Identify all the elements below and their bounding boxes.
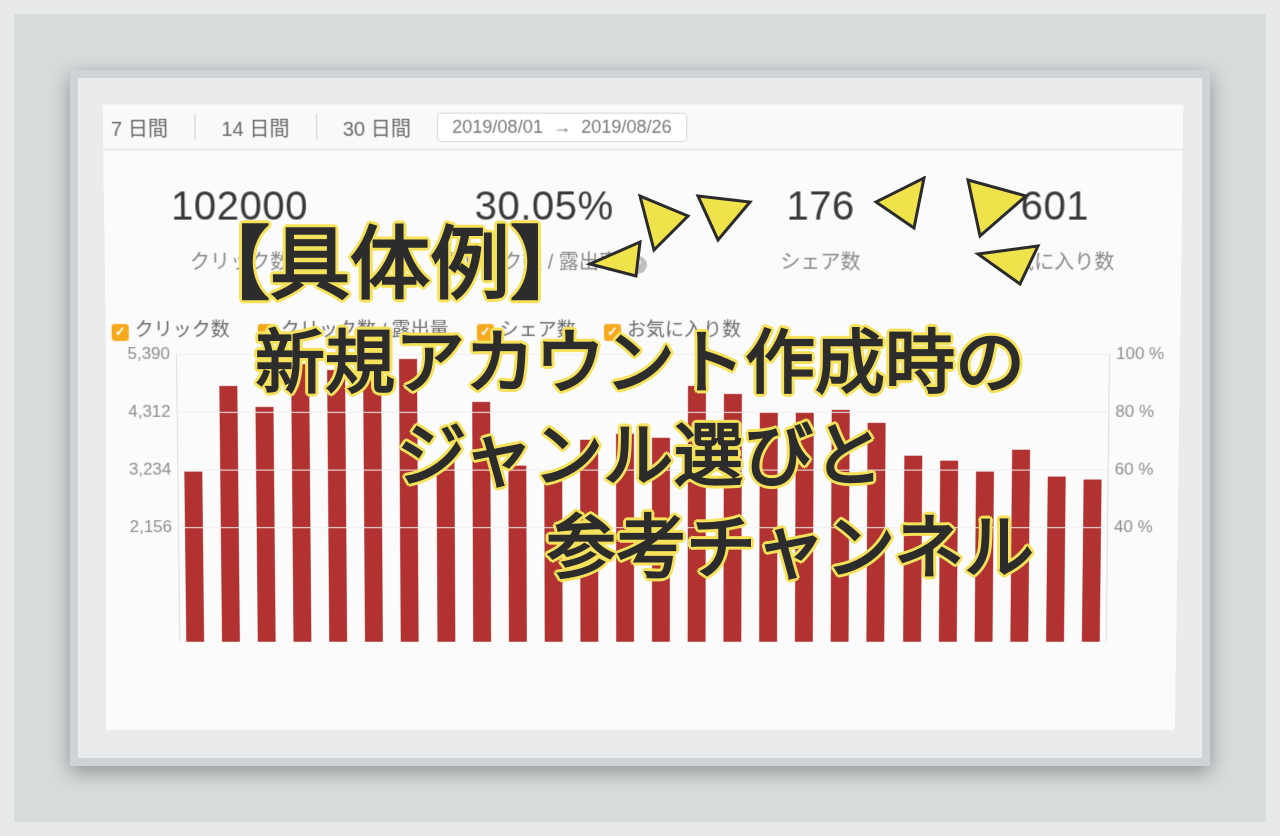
picture-frame: 7 日間 14 日間 30 日間 2019/08/01 → 2019/08/26…	[0, 0, 1280, 836]
stat-label: シェア数	[780, 246, 860, 275]
stat-label: クリック数	[190, 246, 291, 275]
toolbar-separator	[194, 114, 195, 140]
legend-label: クリック数	[135, 320, 230, 341]
legend-item-shares[interactable]: ✓ シェア数	[477, 315, 576, 342]
stat-value: 176	[786, 184, 855, 229]
checkbox-icon: ✓	[258, 323, 275, 340]
legend-label: クリック数 / 露出量	[281, 320, 449, 341]
chart-line-overlay	[177, 354, 1109, 726]
stat-clicks: 102000 クリック数	[171, 184, 309, 275]
tab-7days[interactable]: 7 日間	[107, 112, 172, 141]
legend-item-ctr[interactable]: ✓ クリック数 / 露出量	[258, 315, 449, 342]
chart-area: 5,3904,3123,2342,156 100 %80 %60 %40 %	[106, 354, 1180, 661]
time-range-toolbar: 7 日間 14 日間 30 日間 2019/08/01 → 2019/08/26	[103, 105, 1184, 150]
tab-14days[interactable]: 14 日間	[217, 112, 294, 141]
toolbar-separator	[316, 114, 317, 140]
burst-arrows-right-icon	[870, 176, 1090, 306]
chart-legend: ✓ クリック数 ✓ クリック数 / 露出量 ✓ シェア数 ✓ お気に入り数	[111, 315, 1180, 342]
arrow-right-icon: →	[553, 116, 571, 137]
burst-arrows-left-icon	[580, 190, 780, 310]
legend-item-clicks[interactable]: ✓ クリック数	[111, 315, 229, 342]
chart-plot	[176, 354, 1110, 642]
stat-shares: 176 シェア数	[780, 184, 861, 275]
stat-value: 102000	[171, 184, 308, 229]
date-range-picker[interactable]: 2019/08/01 → 2019/08/26	[437, 112, 687, 141]
date-from: 2019/08/01	[452, 116, 543, 137]
checkbox-icon: ✓	[604, 323, 621, 340]
legend-label: お気に入り数	[627, 320, 741, 341]
date-to: 2019/08/26	[581, 116, 672, 137]
legend-item-favorites[interactable]: ✓ お気に入り数	[604, 315, 741, 342]
legend-label: シェア数	[500, 320, 576, 341]
checkbox-icon: ✓	[112, 323, 129, 340]
checkbox-icon: ✓	[477, 323, 494, 340]
tab-30days[interactable]: 30 日間	[339, 112, 415, 141]
